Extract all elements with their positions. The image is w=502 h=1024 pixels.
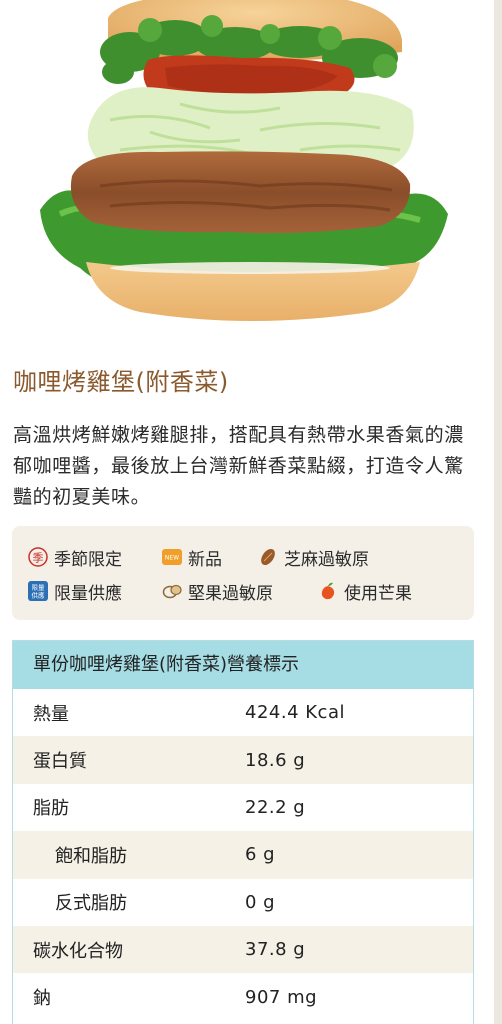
- nutrition-row: 蛋白質 18.6 g: [13, 736, 473, 784]
- nutrition-label: 飽和脂肪: [55, 845, 127, 867]
- nutrition-value: 907 mg: [245, 986, 318, 1008]
- nutrition-label: 蛋白質: [33, 751, 87, 773]
- nutrition-value: 6 g: [245, 844, 276, 866]
- page-edge: [494, 0, 502, 1024]
- seasonal-icon: 季: [28, 547, 48, 567]
- svg-text:供應: 供應: [32, 591, 46, 600]
- nutrition-table: 單份咖哩烤雞堡(附香菜)營養標示 熱量 424.4 Kcal 蛋白質 18.6 …: [12, 640, 474, 1024]
- product-image: [0, 0, 502, 345]
- nutrition-row: 反式脂肪 0 g: [13, 879, 473, 926]
- sesame-icon: [258, 547, 278, 567]
- svg-text:NEW: NEW: [165, 555, 179, 562]
- nutrition-value: 0 g: [245, 891, 276, 913]
- product-tags: 季 季節限定 NEW 新品 芝麻過敏原 限量 供應 限量供應 堅果過敏原 使用芒…: [12, 526, 474, 620]
- nutrition-row: 脂肪 22.2 g: [13, 784, 473, 831]
- tag-new: NEW 新品: [162, 545, 258, 570]
- tag-nut: 堅果過敏原: [162, 579, 318, 604]
- product-title: 咖哩烤雞堡(附香菜): [13, 368, 229, 396]
- tag-sesame: 芝麻過敏原: [258, 545, 418, 570]
- nutrition-label: 碳水化合物: [33, 940, 123, 962]
- limited-supply-icon: 限量 供應: [28, 581, 48, 601]
- svg-text:季: 季: [33, 552, 44, 565]
- tag-label: 限量供應: [54, 583, 122, 604]
- tag-label: 堅果過敏原: [188, 583, 273, 604]
- new-badge-icon: NEW: [162, 547, 182, 567]
- nutrition-row: 熱量 424.4 Kcal: [13, 689, 473, 736]
- nut-icon: [162, 581, 182, 601]
- tag-label: 季節限定: [54, 549, 122, 570]
- tag-seasonal: 季 季節限定: [28, 545, 162, 570]
- nutrition-value: 18.6 g: [245, 749, 306, 771]
- nutrition-label: 反式脂肪: [55, 893, 127, 915]
- product-description: 高溫烘烤鮮嫩烤雞腿排，搭配具有熱帶水果香氣的濃郁咖哩醬，最後放上台灣新鮮香菜點綴…: [13, 424, 464, 508]
- nutrition-row: 鈉 907 mg: [13, 973, 473, 1020]
- nutrition-heading: 單份咖哩烤雞堡(附香菜)營養標示: [13, 641, 473, 689]
- tag-label: 新品: [188, 549, 222, 570]
- tag-label: 使用芒果: [344, 583, 412, 604]
- nutrition-value: 37.8 g: [245, 939, 306, 961]
- tag-label: 芝麻過敏原: [284, 549, 369, 570]
- tag-limited: 限量 供應 限量供應: [28, 579, 162, 604]
- mango-icon: [318, 581, 338, 601]
- nutrition-row: 碳水化合物 37.8 g: [13, 925, 473, 974]
- nutrition-row: 飽和脂肪 6 g: [13, 831, 473, 879]
- nutrition-value: 22.2 g: [245, 796, 306, 818]
- svg-text:限量: 限量: [32, 583, 46, 592]
- nutrition-label: 脂肪: [33, 798, 69, 820]
- nutrition-value: 424.4 Kcal: [245, 702, 345, 724]
- nutrition-label: 熱量: [33, 703, 69, 725]
- nutrition-label: 鈉: [33, 988, 51, 1010]
- tag-mango: 使用芒果: [318, 579, 412, 604]
